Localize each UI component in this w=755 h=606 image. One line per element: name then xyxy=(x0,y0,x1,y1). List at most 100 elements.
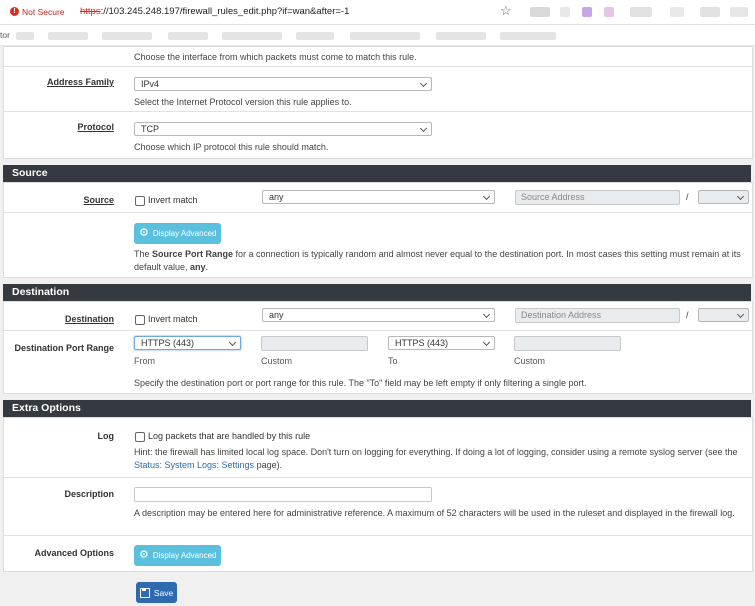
advanced-display-button[interactable]: ⚙ Display Advanced xyxy=(134,545,222,566)
bookmark-star-icon[interactable]: ☆ xyxy=(500,4,512,18)
source-panel: Source Invert match any Source Address /… xyxy=(3,182,753,278)
description-row: Description A description may be entered… xyxy=(4,478,752,536)
source-slash: / xyxy=(686,192,689,202)
destination-port-help: Specify the destination port or port ran… xyxy=(134,378,587,388)
protocol-row: Protocol TCP Choose which IP protocol th… xyxy=(4,112,752,157)
url-text[interactable]: https://103.245.248.197/firewall_rules_e… xyxy=(80,6,349,17)
source-heading: Source xyxy=(12,167,48,179)
destination-port-to-custom-input[interactable] xyxy=(514,336,621,351)
destination-invert-checkbox[interactable] xyxy=(135,315,145,325)
from-sublabel: From xyxy=(134,356,155,366)
destination-address-input[interactable]: Destination Address xyxy=(515,308,680,323)
source-invert-checkbox[interactable] xyxy=(135,196,145,206)
help-bold: any xyxy=(190,262,206,272)
source-section-header: Source xyxy=(3,165,751,182)
bookmark-item[interactable] xyxy=(350,32,420,40)
source-row: Source Invert match any Source Address / xyxy=(4,183,752,213)
help-text: page). xyxy=(254,460,283,470)
security-label: Not Secure xyxy=(22,6,65,17)
bookmarks-bar: tor xyxy=(0,25,755,46)
bookmark-item[interactable] xyxy=(16,32,34,40)
custom-sublabel: Custom xyxy=(514,356,546,366)
protocol-help: Choose which IP protocol this rule shoul… xyxy=(134,142,329,152)
log-label: Log xyxy=(97,431,115,441)
extension-icon[interactable] xyxy=(530,7,550,17)
log-row: Log Log packets that are handled by this… xyxy=(4,418,752,478)
destination-section-header: Destination xyxy=(3,284,751,301)
url-path: ://103.245.248.197/firewall_rules_edit.p… xyxy=(100,6,350,17)
gear-icon: ⚙ xyxy=(139,227,149,239)
address-family-label: Address Family xyxy=(46,77,114,87)
destination-port-to-select[interactable]: HTTPS (443) xyxy=(388,336,495,350)
source-invert-label: Invert match xyxy=(148,195,198,205)
log-checkbox[interactable] xyxy=(135,432,145,442)
extension-icon[interactable] xyxy=(630,7,652,17)
advanced-display-label: Display Advanced xyxy=(152,551,217,560)
source-label: Source xyxy=(83,195,114,205)
protocol-label: Protocol xyxy=(77,122,114,132)
system-logs-settings-link[interactable]: Status: System Logs: Settings xyxy=(134,460,254,470)
help-text: Hint: the firewall has limited local log… xyxy=(134,447,738,457)
extra-options-section-header: Extra Options xyxy=(3,400,751,417)
extra-options-heading: Extra Options xyxy=(12,402,81,414)
advanced-options-label: Advanced Options xyxy=(34,548,114,558)
log-checkbox-label: Log packets that are handled by this rul… xyxy=(148,431,311,441)
bookmark-item[interactable] xyxy=(102,32,152,40)
extension-icon[interactable] xyxy=(604,7,614,17)
extension-icon[interactable] xyxy=(670,7,684,17)
source-display-advanced-label: Display Advanced xyxy=(152,229,217,238)
source-type-select[interactable]: any xyxy=(262,190,495,204)
destination-row: Destination Invert match any Destination… xyxy=(4,302,752,331)
bookmark-item[interactable] xyxy=(48,32,88,40)
save-icon xyxy=(139,587,150,598)
destination-label: Destination xyxy=(64,314,114,324)
bookmark-item[interactable] xyxy=(222,32,282,40)
bookmark-item[interactable] xyxy=(500,32,556,40)
source-display-advanced-button[interactable]: ⚙ Display Advanced xyxy=(134,223,222,244)
extension-icon[interactable] xyxy=(582,7,592,17)
destination-panel: Destination Invert match any Destination… xyxy=(3,301,753,394)
bookmark-item[interactable] xyxy=(436,32,486,40)
source-port-help: The Source Port Range for a connection i… xyxy=(134,248,746,274)
bookmark-item[interactable] xyxy=(296,32,334,40)
bookmark-item[interactable]: tor xyxy=(0,30,10,40)
destination-invert-label: Invert match xyxy=(148,314,198,324)
help-bold: Source Port Range xyxy=(152,249,234,259)
destination-port-range-label: Destination Port Range xyxy=(14,343,114,353)
protocol-select[interactable]: TCP xyxy=(134,122,432,136)
address-family-select[interactable]: IPv4 xyxy=(134,77,432,91)
destination-slash: / xyxy=(686,310,689,320)
url-scheme: https xyxy=(80,6,101,17)
to-sublabel: To xyxy=(388,356,398,366)
address-family-help: Select the Internet Protocol version thi… xyxy=(134,97,352,107)
extension-icon[interactable] xyxy=(730,7,748,17)
interface-row: Choose the interface from which packets … xyxy=(4,47,752,67)
security-indicator[interactable]: ! Not Secure xyxy=(6,4,71,19)
save-button[interactable]: Save xyxy=(136,582,177,603)
description-label: Description xyxy=(64,489,114,499)
destination-heading: Destination xyxy=(12,286,70,298)
extension-icon[interactable] xyxy=(560,7,570,17)
help-text: . xyxy=(205,262,209,272)
description-help: A description may be entered here for ad… xyxy=(134,508,735,518)
destination-type-select[interactable]: any xyxy=(262,308,495,322)
help-text: The xyxy=(134,249,153,259)
address-family-row: Address Family IPv4 Select the Internet … xyxy=(4,67,752,112)
interface-help: Choose the interface from which packets … xyxy=(134,52,417,62)
destination-port-from-custom-input[interactable] xyxy=(261,336,368,351)
source-mask-select[interactable] xyxy=(698,190,749,204)
custom-sublabel: Custom xyxy=(261,356,293,366)
rule-panel-top: Choose the interface from which packets … xyxy=(3,46,753,159)
save-label: Save xyxy=(153,587,174,598)
destination-mask-select[interactable] xyxy=(698,308,749,322)
source-address-input[interactable]: Source Address xyxy=(515,190,680,205)
url-bar[interactable]: ! Not Secure https://103.245.248.197/fir… xyxy=(0,0,755,25)
warning-icon: ! xyxy=(10,7,19,16)
gear-icon: ⚙ xyxy=(139,549,149,561)
description-input[interactable] xyxy=(134,487,432,502)
extension-icon[interactable] xyxy=(700,7,720,17)
extra-options-panel: Log Log packets that are handled by this… xyxy=(3,417,753,572)
destination-port-from-select[interactable]: HTTPS (443) xyxy=(134,336,241,350)
log-help: Hint: the firewall has limited local log… xyxy=(134,446,746,472)
bookmark-item[interactable] xyxy=(168,32,208,40)
